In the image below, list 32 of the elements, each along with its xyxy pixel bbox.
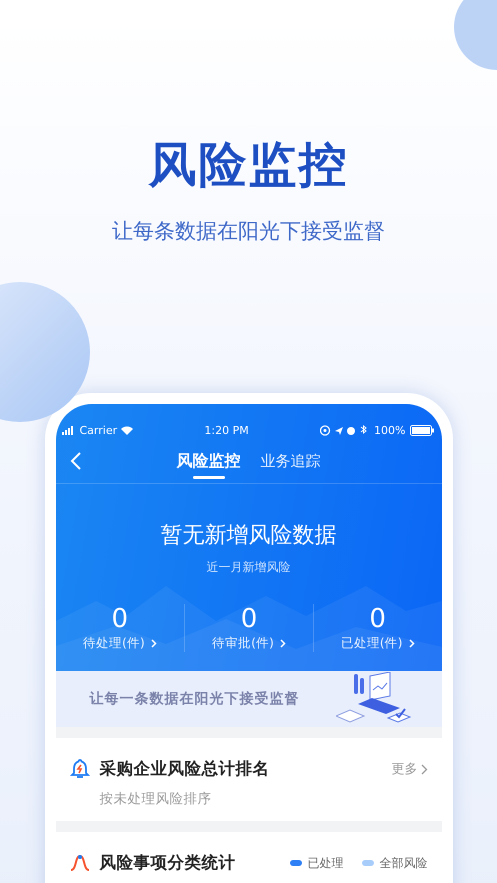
legend-label: 全部风险 <box>380 854 428 872</box>
more-link[interactable]: 更多 <box>392 760 428 778</box>
section-title: 采购企业风险总计排名 <box>100 758 270 780</box>
battery-icon <box>410 424 434 436</box>
section-subtitle: 按未处理风险排序 <box>100 790 212 808</box>
peak-icon <box>70 855 90 871</box>
nav-tab[interactable]: 风险监控 <box>176 439 240 483</box>
bell-icon <box>70 758 90 780</box>
carrier-label: Carrier <box>80 424 118 436</box>
legend-label: 已处理 <box>308 854 344 872</box>
stat-link[interactable]: 待处理(件) <box>82 634 157 652</box>
wifi-icon <box>121 426 134 434</box>
section-title: 风险事项分类统计 <box>100 852 236 874</box>
stat-value: 0 <box>240 604 258 634</box>
status-time: 1:20 PM <box>204 424 249 436</box>
back-icon[interactable] <box>70 452 82 470</box>
chevron-icon <box>420 764 428 774</box>
nav-tab[interactable]: 业务追踪 <box>260 439 320 483</box>
stat-link[interactable]: 已处理(件) <box>340 634 415 652</box>
summary-title: 暂无新增风险数据 <box>160 522 338 550</box>
summary-subtitle: 近一月新增风险 <box>206 559 292 576</box>
stat-value: 0 <box>369 604 386 634</box>
battery-percent: 100% <box>374 424 406 436</box>
chevron-icon <box>280 638 286 648</box>
hero-title: 风险监控 <box>148 137 348 193</box>
signal-icon <box>62 426 76 434</box>
hero-subtitle: 让每条数据在阳光下接受监督 <box>112 218 385 245</box>
chevron-icon <box>150 638 157 648</box>
chevron-icon <box>408 638 415 648</box>
banner-text: 让每一条数据在阳光下接受监督 <box>90 690 300 708</box>
stat-value: 0 <box>112 604 128 634</box>
stat-link[interactable]: 待审批(件) <box>212 634 286 652</box>
